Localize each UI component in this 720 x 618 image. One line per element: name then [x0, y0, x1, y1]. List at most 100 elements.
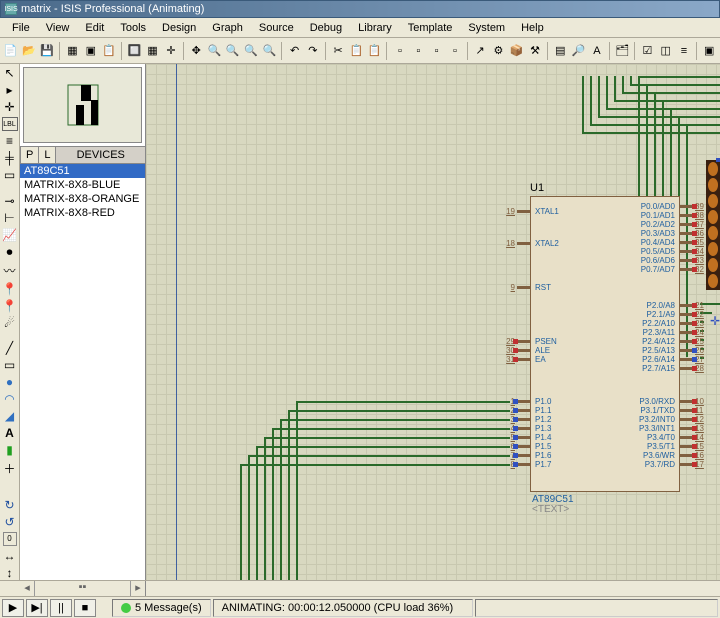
tape-icon[interactable]: ⏺ [2, 245, 18, 260]
instrument-icon[interactable]: ☄ [2, 316, 18, 330]
pin-P2.1/A9[interactable]: P2.1/A922 [679, 310, 704, 319]
flip-h-icon[interactable]: ↔ [2, 549, 18, 563]
export-icon[interactable]: 📋 [100, 42, 117, 60]
menu-help[interactable]: Help [513, 20, 552, 36]
play-button[interactable]: ▶ [2, 599, 24, 617]
menu-debug[interactable]: Debug [302, 20, 350, 36]
flip-v-icon[interactable]: ↕ [2, 566, 18, 580]
pin-P1.7[interactable]: 8P1.7 [511, 460, 531, 469]
pin-P0.7/AD7[interactable]: P0.7/AD732 [679, 265, 704, 274]
pin-P1.2[interactable]: 3P1.2 [511, 415, 531, 424]
pin-P2.0/A8[interactable]: P2.0/A821 [679, 301, 704, 310]
pin-P1.1[interactable]: 2P1.1 [511, 406, 531, 415]
package-icon[interactable]: 📦 [508, 42, 525, 60]
open-icon[interactable]: 📂 [20, 42, 37, 60]
pin-RST[interactable]: 9RST [511, 283, 531, 292]
pin-P2.6/A14[interactable]: P2.6/A1427 [679, 355, 704, 364]
pin-ALE[interactable]: 30ALE [506, 346, 531, 355]
pin-P0.1/AD1[interactable]: P0.1/AD138 [679, 211, 704, 220]
print-area-icon[interactable]: ▦ [64, 42, 81, 60]
copy-icon[interactable]: 📋 [348, 42, 365, 60]
zoom-out-icon[interactable]: 🔍 [224, 42, 241, 60]
zoom-in-icon[interactable]: 🔍 [206, 42, 223, 60]
paste-icon[interactable]: 📋 [366, 42, 383, 60]
pin-EA[interactable]: 31EA [506, 355, 531, 364]
property-icon[interactable]: A [588, 42, 605, 60]
pin-P0.2/AD2[interactable]: P0.2/AD237 [679, 220, 704, 229]
component-icon[interactable]: ▸ [2, 83, 18, 97]
pin-P3.6/WR[interactable]: P3.6/WR16 [679, 451, 704, 460]
pick-icon[interactable]: ↗ [472, 42, 489, 60]
step-button[interactable]: ▶| [26, 599, 48, 617]
pin-P3.2/INT0[interactable]: P3.2/INT012 [679, 415, 704, 424]
symbol-icon[interactable]: ▮ [2, 443, 18, 457]
pin-P2.7/A15[interactable]: P2.7/A1528 [679, 364, 704, 373]
pin-P0.0/AD0[interactable]: P0.0/AD039 [679, 202, 704, 211]
block-delete-icon[interactable]: ▫ [446, 42, 463, 60]
menu-source[interactable]: Source [251, 20, 302, 36]
rotate-cw-icon[interactable]: ↻ [2, 498, 18, 512]
import-icon[interactable]: ▣ [82, 42, 99, 60]
menu-edit[interactable]: Edit [77, 20, 112, 36]
block-move-icon[interactable]: ▫ [410, 42, 427, 60]
make-icon[interactable]: ⚙ [490, 42, 507, 60]
netlist-icon[interactable]: ◫ [657, 42, 674, 60]
pin-P3.0/RXD[interactable]: P3.0/RXD10 [679, 397, 704, 406]
wire-autoroute-icon[interactable]: ▤ [552, 42, 569, 60]
menu-file[interactable]: File [4, 20, 38, 36]
block-rotate-icon[interactable]: ▫ [428, 42, 445, 60]
probe-i-icon[interactable]: 📍 [2, 299, 18, 313]
pin-P1.4[interactable]: 5P1.4 [511, 433, 531, 442]
arc-icon[interactable]: ◠ [2, 392, 18, 406]
pin-P1.0[interactable]: 1P1.0 [511, 397, 531, 406]
save-icon[interactable]: 💾 [39, 42, 56, 60]
menu-design[interactable]: Design [154, 20, 204, 36]
tab-p[interactable]: P [20, 146, 39, 163]
pin-P3.1/TXD[interactable]: P3.1/TXD11 [679, 406, 703, 415]
rotate-ccw-icon[interactable]: ↺ [2, 515, 18, 529]
pin-P2.3/A11[interactable]: P2.3/A1124 [679, 328, 704, 337]
origin-icon[interactable]: ✛ [162, 42, 179, 60]
zoom-area-icon[interactable]: 🔍 [261, 42, 278, 60]
bus-icon[interactable]: ╪ [2, 151, 18, 165]
schematic-canvas[interactable]: U1 19XTAL118XTAL29RST29PSEN30ALE31EA1P1.… [146, 64, 720, 580]
menu-library[interactable]: Library [350, 20, 400, 36]
pin-P2.4/A12[interactable]: P2.4/A1225 [679, 337, 704, 346]
menu-graph[interactable]: Graph [204, 20, 251, 36]
line-icon[interactable]: ╱ [2, 341, 18, 355]
cut-icon[interactable]: ✂ [330, 42, 347, 60]
pin-P3.3/INT1[interactable]: P3.3/INT113 [679, 424, 704, 433]
pin-P0.4/AD4[interactable]: P0.4/AD435 [679, 238, 704, 247]
pan-icon[interactable]: ✥ [188, 42, 205, 60]
new-icon[interactable]: 📄 [2, 42, 19, 60]
label-icon[interactable]: LBL [2, 117, 18, 131]
pin-P2.2/A10[interactable]: P2.2/A1023 [679, 319, 704, 328]
device-list[interactable]: AT89C51MATRIX-8X8-BLUEMATRIX-8X8-ORANGEM… [20, 164, 145, 580]
device-item[interactable]: AT89C51 [20, 164, 145, 178]
undo-icon[interactable]: ↶ [286, 42, 303, 60]
pin-P1.5[interactable]: 6P1.5 [511, 442, 531, 451]
generator-icon[interactable]: 〰 [2, 263, 18, 279]
pin-P0.5/AD5[interactable]: P0.5/AD534 [679, 247, 704, 256]
erc-icon[interactable]: ☑ [639, 42, 656, 60]
device-item[interactable]: MATRIX-8X8-ORANGE [20, 192, 145, 206]
pin-P3.4/T0[interactable]: P3.4/T014 [679, 433, 704, 442]
ares-icon[interactable]: ▣ [701, 42, 718, 60]
text-icon[interactable]: A [2, 426, 18, 440]
tab-l[interactable]: L [38, 146, 56, 163]
device-item[interactable]: MATRIX-8X8-BLUE [20, 178, 145, 192]
pin-XTAL1[interactable]: 19XTAL1 [506, 207, 531, 216]
path-icon[interactable]: ◢ [2, 409, 18, 423]
decompose-icon[interactable]: ⚒ [526, 42, 543, 60]
pin-P0.3/AD3[interactable]: P0.3/AD336 [679, 229, 704, 238]
subcircuit-icon[interactable]: ▭ [2, 168, 18, 182]
graph-icon[interactable]: 📈 [2, 228, 18, 242]
led-matrix[interactable] [706, 160, 720, 290]
probe-v-icon[interactable]: 📍 [2, 282, 18, 296]
box-icon[interactable]: ▭ [2, 358, 18, 372]
bom-icon[interactable]: ≡ [675, 42, 692, 60]
pin-P2.5/A13[interactable]: P2.5/A1326 [679, 346, 704, 355]
menu-view[interactable]: View [38, 20, 78, 36]
marker-icon[interactable]: ＋ [2, 460, 18, 476]
pin-P1.3[interactable]: 4P1.3 [511, 424, 531, 433]
